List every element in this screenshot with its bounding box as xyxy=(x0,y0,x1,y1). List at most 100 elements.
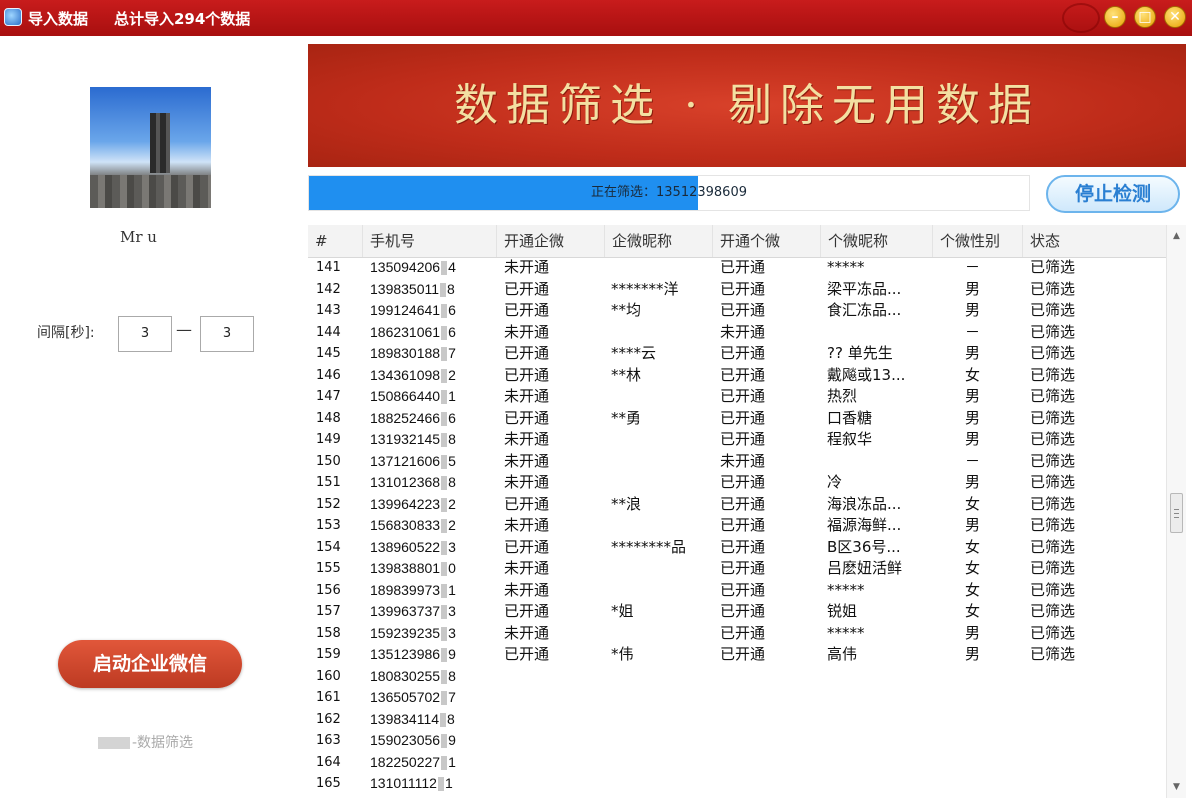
table-row[interactable]: 153 156830833 2 未开通 已开通 福源海鲜... 男 已筛选 xyxy=(308,515,1166,537)
username: Mr u xyxy=(120,228,157,246)
results-table: # 手机号 开通企微 企微昵称 开通个微 个微昵称 个微性别 状态 141 135094206 4… xyxy=(308,225,1166,798)
row-index: 152 xyxy=(316,496,341,512)
col-wecom-enabled-header[interactable]: 开通企微 xyxy=(496,225,604,257)
filter-status: 已筛选 xyxy=(1030,365,1076,384)
redaction-mask xyxy=(441,648,448,663)
table-row[interactable]: 164 182250227 1 xyxy=(308,752,1166,774)
redaction-mask xyxy=(437,777,444,792)
scroll-thumb[interactable] xyxy=(1170,493,1183,533)
table-row[interactable]: 163 159023056 9 xyxy=(308,730,1166,752)
table-row[interactable]: 157 139963737 3 已开通 *姐 已开通 锐姐 女 已筛选 xyxy=(308,601,1166,623)
table-row[interactable]: 158 159239235 3 未开通 已开通 ***** 男 已筛选 xyxy=(308,623,1166,645)
table-row[interactable]: 152 139964223 2 已开通 **浪 已开通 海浪冻品... 女 已筛选 xyxy=(308,494,1166,516)
banner-text: 数据筛选 · 剔除无用数据 xyxy=(454,80,1040,131)
wecom-enabled: 已开通 xyxy=(504,344,550,362)
wecom-enabled: 已开通 xyxy=(504,494,550,513)
row-index: 153 xyxy=(316,518,341,533)
table-header: # 手机号 开通企微 企微昵称 开通个微 个微昵称 个微性别 状态 xyxy=(308,225,1166,258)
interval-max-input[interactable]: 3 xyxy=(200,316,254,352)
table-row[interactable]: 159 135123986 9 已开通 *伟 已开通 高伟 男 已筛选 xyxy=(308,644,1166,666)
table-row[interactable]: 150 137121606 5 未开通 未开通 － 已筛选 xyxy=(308,451,1166,473)
table-row[interactable]: 149 131932145 8 未开通 已开通 程叙华 男 已筛选 xyxy=(308,429,1166,451)
table-row[interactable]: 145 189830188 7 已开通 ****云 已开通 ?? 单先生 男 已筛选 xyxy=(308,343,1166,365)
row-index: 163 xyxy=(316,733,341,748)
table-row[interactable]: 148 188252466 6 已开通 **勇 已开通 口香糖 男 已筛选 xyxy=(308,408,1166,430)
table-row[interactable]: 161 136505702 7 xyxy=(308,687,1166,709)
wecom-enabled: 未开通 xyxy=(504,623,550,642)
maximize-button[interactable]: □ xyxy=(1134,6,1156,28)
phone-number: 156830833 2 xyxy=(370,517,456,534)
wechat-gender: 男 xyxy=(965,301,981,319)
close-button[interactable]: ✕ xyxy=(1164,6,1186,28)
wechat-enabled: 已开通 xyxy=(720,279,766,298)
phone-number: 182250227 1 xyxy=(370,753,456,770)
wecom-nickname: *******洋 xyxy=(611,279,679,298)
wechat-gender: 男 xyxy=(965,279,981,298)
table-row[interactable]: 142 139835011 8 已开通 *******洋 已开通 梁平冻品... 男 已筛选 xyxy=(308,279,1166,301)
col-status-header[interactable]: 状态 xyxy=(1022,225,1166,257)
filter-status: 已筛选 xyxy=(1030,301,1076,319)
redaction-mask xyxy=(441,304,448,319)
table-row[interactable]: 162 139834114 8 xyxy=(308,709,1166,731)
scroll-down-icon[interactable]: ▼ xyxy=(1167,778,1186,796)
table-row[interactable]: 147 150866440 1 未开通 已开通 热烈 男 已筛选 xyxy=(308,386,1166,408)
row-index: 155 xyxy=(316,561,341,576)
table-row[interactable]: 160 180830255 8 xyxy=(308,666,1166,688)
wecom-enabled: 未开通 xyxy=(504,258,550,276)
col-wechat-enabled-header[interactable]: 开通个微 xyxy=(712,225,820,257)
minimize-button[interactable]: – xyxy=(1104,6,1126,28)
row-index: 158 xyxy=(316,625,341,641)
table-row[interactable]: 146 134361098 2 已开通 **林 已开通 戴飚或13... 女 已筛选 xyxy=(308,365,1166,387)
table-row[interactable]: 156 189839973 1 未开通 已开通 ***** 女 已筛选 xyxy=(308,580,1166,602)
table-row[interactable]: 155 139838801 0 未开通 已开通 吕麽妞活鲜 女 已筛选 xyxy=(308,558,1166,580)
table-row[interactable]: 143 199124641 6 已开通 **均 已开通 食汇冻品... 男 已筛选 xyxy=(308,300,1166,322)
wecom-enabled: 未开通 xyxy=(504,322,550,341)
scroll-up-icon[interactable]: ▲ xyxy=(1167,227,1186,245)
wechat-enabled: 已开通 xyxy=(720,473,766,491)
table-row[interactable]: 151 131012368 8 未开通 已开通 冷 男 已筛选 xyxy=(308,472,1166,494)
col-phone-header[interactable]: 手机号 xyxy=(362,225,496,257)
row-index: 165 xyxy=(316,776,341,791)
wechat-gender: 男 xyxy=(965,430,981,448)
col-wecom-nickname-header[interactable]: 企微昵称 xyxy=(604,225,712,257)
wechat-nickname: 程叙华 xyxy=(827,430,873,448)
col-wechat-gender-header[interactable]: 个微性别 xyxy=(932,225,1022,257)
wechat-enabled: 已开通 xyxy=(720,645,766,663)
filter-status: 已筛选 xyxy=(1030,494,1076,513)
table-row[interactable]: 154 138960522 3 已开通 ********品 已开通 B区36号... 女 已筛选 xyxy=(308,537,1166,559)
col-index-header[interactable]: # xyxy=(308,225,362,257)
redaction-mask xyxy=(440,282,447,297)
wechat-gender: 女 xyxy=(965,580,981,599)
filter-status: 已筛选 xyxy=(1030,344,1076,362)
vertical-scrollbar[interactable]: ▲ ▼ xyxy=(1166,225,1186,798)
table-row[interactable]: 165 131011112 1 xyxy=(308,773,1166,795)
filter-status: 已筛选 xyxy=(1030,408,1076,427)
row-index: 159 xyxy=(316,647,341,662)
table-row[interactable]: 141 135094206 4 未开通 已开通 ***** － 已筛选 xyxy=(308,257,1166,279)
stop-check-button[interactable]: 停止检测 xyxy=(1046,175,1180,213)
wecom-nickname: **均 xyxy=(611,301,642,319)
redaction-mask xyxy=(441,669,448,684)
phone-number: 138960522 3 xyxy=(370,538,456,555)
col-wechat-nickname-header[interactable]: 个微昵称 xyxy=(820,225,932,257)
phone-number: 131011112 1 xyxy=(370,775,453,792)
phone-number: 135123986 9 xyxy=(370,646,456,663)
wecom-enabled: 已开通 xyxy=(504,365,550,384)
phone-number: 131932145 8 xyxy=(370,431,456,448)
filter-status: 已筛选 xyxy=(1030,602,1076,620)
wechat-enabled: 已开通 xyxy=(720,430,766,448)
row-index: 150 xyxy=(316,453,341,469)
wecom-nickname: *姐 xyxy=(611,602,634,620)
wecom-enabled: 未开通 xyxy=(504,451,550,470)
wecom-enabled: 已开通 xyxy=(504,537,550,556)
redaction-mask xyxy=(441,433,448,448)
wechat-nickname: ***** xyxy=(827,258,865,276)
launch-wecom-button[interactable]: 启动企业微信 xyxy=(58,640,242,688)
table-row[interactable]: 144 186231061 6 未开通 未开通 － 已筛选 xyxy=(308,322,1166,344)
wechat-gender: 男 xyxy=(965,623,981,642)
interval-min-input[interactable]: 3 xyxy=(118,316,172,352)
row-index: 144 xyxy=(316,324,341,340)
row-index: 142 xyxy=(316,281,341,297)
phone-number: 134361098 2 xyxy=(370,366,456,383)
wechat-enabled: 已开通 xyxy=(720,516,766,534)
